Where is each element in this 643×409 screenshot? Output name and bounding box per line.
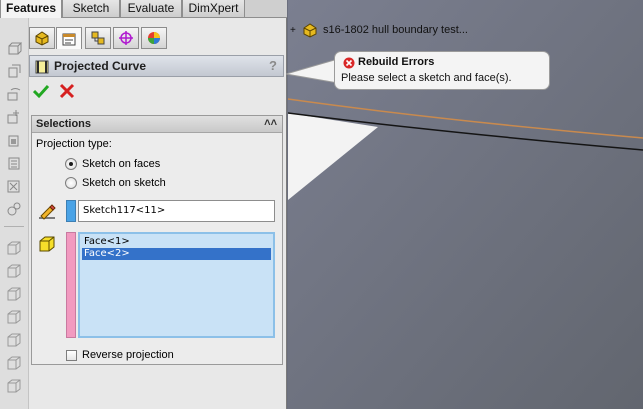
radio-sketch-on-sketch[interactable]: Sketch on sketch: [65, 176, 166, 190]
tab-sketch[interactable]: Sketch: [62, 0, 120, 18]
part-name: s16-1802 hull boundary test...: [323, 24, 468, 36]
left-panel: Features Sketch Evaluate DimXpert Projec…: [0, 0, 287, 409]
fillet-icon[interactable]: [6, 132, 22, 148]
dimxpert-manager-icon: [119, 31, 133, 45]
cube-1-icon[interactable]: [6, 240, 22, 256]
display-manager-icon: [148, 32, 160, 44]
tab-dimxpert[interactable]: DimXpert: [182, 0, 245, 18]
reverse-projection-option[interactable]: Reverse projection: [66, 348, 174, 362]
selections-group: Selections ˄˄ Projection type: Sketch on…: [31, 115, 283, 365]
selections-title: Selections: [36, 118, 92, 130]
collapse-icon[interactable]: ˄˄: [264, 117, 277, 129]
sweep-icon[interactable]: [6, 86, 22, 102]
command-manager-tabs: Features Sketch Evaluate DimXpert: [0, 0, 287, 18]
shell-icon[interactable]: [6, 201, 22, 217]
radio-sketch-on-faces[interactable]: Sketch on faces: [65, 157, 160, 171]
cube-7-icon[interactable]: [6, 378, 22, 394]
error-title: Rebuild Errors: [358, 56, 435, 68]
reverse-projection-checkbox[interactable]: [66, 349, 77, 361]
radio-label: Sketch on sketch: [82, 177, 166, 189]
reverse-projection-label: Reverse projection: [82, 349, 174, 361]
face-color-swatch: [66, 232, 76, 338]
list-item[interactable]: Face<2>: [82, 248, 271, 260]
tree-expand-icon[interactable]: +: [290, 25, 302, 36]
property-manager-title: Projected Curve: [54, 59, 147, 73]
tab-feature-manager[interactable]: [29, 27, 55, 49]
property-manager-icon: [62, 33, 76, 45]
configuration-manager-icon: [91, 31, 105, 45]
error-icon: [343, 57, 355, 69]
list-item[interactable]: Face<1>: [82, 236, 271, 248]
extrude-icon[interactable]: [6, 40, 22, 56]
feature-toolstrip: [0, 18, 29, 409]
tab-configuration-manager[interactable]: [85, 27, 111, 49]
tooltip-pointer: [286, 58, 338, 84]
tab-property-manager[interactable]: [56, 27, 82, 49]
radio-button[interactable]: [65, 177, 77, 189]
selections-header[interactable]: Selections ˄˄: [32, 116, 282, 133]
radio-button[interactable]: [65, 158, 77, 170]
tab-features[interactable]: Features: [0, 0, 62, 18]
cancel-button[interactable]: [59, 83, 75, 99]
error-message: Please select a sketch and face(s).: [341, 72, 512, 84]
manager-tabs: [29, 27, 287, 49]
part-icon: [303, 23, 317, 38]
cube-3-icon[interactable]: [6, 286, 22, 302]
face-cube-icon: [39, 236, 55, 252]
part-tree-node[interactable]: + s16-1802 hull boundary test...: [290, 22, 468, 38]
help-icon[interactable]: ?: [269, 58, 277, 73]
projection-type-label: Projection type:: [36, 138, 112, 150]
sketch-pencil-icon: [39, 204, 56, 220]
sketch-color-swatch: [66, 200, 76, 222]
sketch-selection-field[interactable]: Sketch117<11>: [78, 200, 275, 222]
ok-button[interactable]: [33, 83, 49, 99]
radio-label: Sketch on faces: [82, 158, 161, 170]
rib-icon[interactable]: [6, 178, 22, 194]
loft-icon[interactable]: [6, 109, 22, 125]
property-manager-header: Projected Curve ?: [29, 55, 284, 77]
tab-display-manager[interactable]: [141, 27, 167, 49]
cube-2-icon[interactable]: [6, 263, 22, 279]
tab-dimxpert-manager[interactable]: [113, 27, 139, 49]
cube-4-icon[interactable]: [6, 309, 22, 325]
cube-6-icon[interactable]: [6, 355, 22, 371]
revolve-icon[interactable]: [6, 63, 22, 79]
pattern-icon[interactable]: [6, 155, 22, 171]
tab-evaluate[interactable]: Evaluate: [120, 0, 182, 18]
rebuild-errors-tooltip: Rebuild Errors Please select a sketch an…: [334, 51, 550, 90]
feature-manager-icon: [35, 31, 49, 46]
face-selection-list[interactable]: Face<1> Face<2>: [78, 232, 275, 338]
cube-5-icon[interactable]: [6, 332, 22, 348]
projected-curve-icon: [35, 60, 49, 74]
